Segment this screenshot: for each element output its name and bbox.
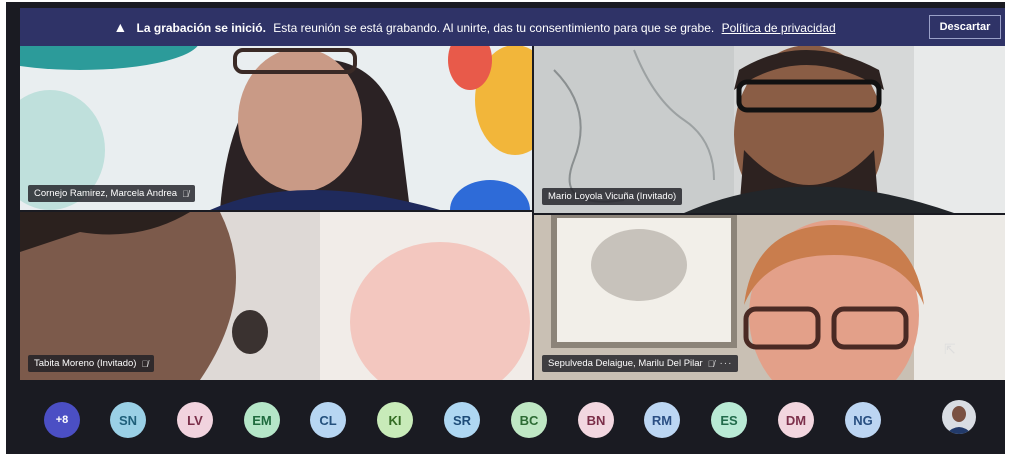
dismiss-button[interactable]: Descartar: [929, 15, 1001, 39]
self-avatar[interactable]: [942, 400, 976, 434]
participant-name: Cornejo Ramirez, Marcela Andrea: [34, 188, 178, 199]
more-participants-button[interactable]: +8: [44, 402, 80, 438]
participant-name: Mario Loyola Vicuña (Invitado): [548, 191, 677, 202]
participant-name-tag: Mario Loyola Vicuña (Invitado): [542, 188, 683, 205]
banner-text: Esta reunión se está grabando. Al unirte…: [273, 21, 715, 35]
warning-icon: ▲: [113, 19, 128, 35]
participant-avatar[interactable]: EM: [244, 402, 280, 438]
participant-name-tag: Sepulveda Delaigue, Marilu Del Pilar 🎙̸ …: [542, 355, 739, 372]
video-tile-3[interactable]: Tabita Moreno (Invitado) 🎙̸: [20, 212, 532, 380]
video-tile-2[interactable]: Mario Loyola Vicuña (Invitado): [534, 40, 1005, 213]
recording-banner: ▲ La grabación se inició. Esta reunión s…: [20, 8, 1005, 46]
participant-avatar[interactable]: LV: [177, 402, 213, 438]
mic-off-icon: 🎙̸: [707, 358, 715, 369]
participant-name-tag: Cornejo Ramirez, Marcela Andrea 🎙̸: [28, 185, 195, 202]
participant-avatar[interactable]: SN: [110, 402, 146, 438]
participant-avatar[interactable]: DM: [778, 402, 814, 438]
mic-off-icon: 🎙̸: [141, 358, 149, 369]
self-avatar-image: [942, 400, 976, 434]
participant-name: Sepulveda Delaigue, Marilu Del Pilar: [548, 358, 703, 369]
participant-avatar[interactable]: ES: [711, 402, 747, 438]
more-options-icon[interactable]: ···: [719, 358, 732, 369]
participant-avatar[interactable]: BC: [511, 402, 547, 438]
participant-avatar[interactable]: RM: [644, 402, 680, 438]
participant-name-tag: Tabita Moreno (Invitado) 🎙̸: [28, 355, 155, 372]
teams-meeting-screen: Cornejo Ramirez, Marcela Andrea 🎙̸ Mario…: [6, 2, 1005, 454]
participant-avatar[interactable]: SR: [444, 402, 480, 438]
participant-avatar[interactable]: NG: [845, 402, 881, 438]
participant-avatar[interactable]: BN: [578, 402, 614, 438]
participant-name: Tabita Moreno (Invitado): [34, 358, 137, 369]
participant-avatar[interactable]: KI: [377, 402, 413, 438]
video-tile-4[interactable]: Sepulveda Delaigue, Marilu Del Pilar 🎙̸ …: [534, 215, 1005, 380]
mouse-cursor-icon: ⇱: [944, 341, 956, 357]
participant-tray: +8 SN LV EM CL KI SR BC BN RM ES DM NG: [20, 388, 1005, 452]
privacy-policy-link[interactable]: Política de privacidad: [722, 21, 836, 35]
banner-title: La grabación se inició.: [136, 21, 266, 35]
participant-avatar[interactable]: CL: [310, 402, 346, 438]
video-tile-1[interactable]: Cornejo Ramirez, Marcela Andrea 🎙̸: [20, 40, 532, 210]
mic-off-icon: 🎙̸: [182, 188, 189, 199]
